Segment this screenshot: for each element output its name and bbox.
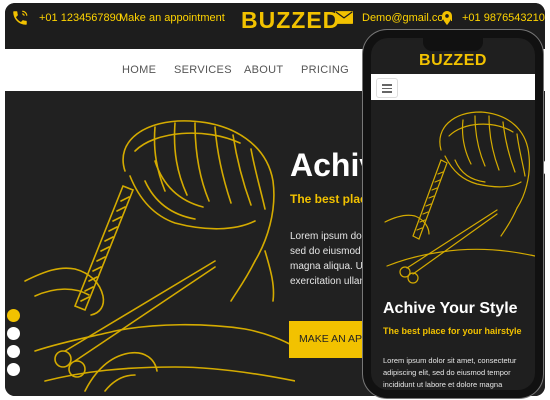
nav-item-pricing[interactable]: PRICING <box>301 64 349 76</box>
contact-phone-left[interactable]: +01 1234567890 <box>39 12 122 24</box>
mobile-hero-subtitle: The best place for your hairstyle <box>383 326 522 336</box>
mail-icon <box>335 11 353 24</box>
contact-email[interactable]: Demo@gmail.com <box>362 12 453 24</box>
nav-item-home[interactable]: HOME <box>122 64 156 76</box>
nav-item-services[interactable]: SERVICES <box>174 64 232 76</box>
mobile-nav <box>371 74 535 100</box>
make-appointment-link[interactable]: Make an appointment <box>119 12 225 24</box>
phone-notch <box>423 38 483 51</box>
hamburger-menu-icon[interactable] <box>376 78 398 98</box>
mobile-barber-illustration <box>384 111 535 284</box>
nav-item-about[interactable]: ABOUT <box>244 64 283 76</box>
mobile-hero-title: Achive Your Style <box>383 300 518 317</box>
brand-logo[interactable]: BUZZED <box>241 7 340 34</box>
slider-dot-2[interactable] <box>7 327 20 340</box>
mobile-hero-body-text: Lorem ipsum dolor sit amet, consectetur … <box>383 356 517 389</box>
slider-dot-3[interactable] <box>7 345 20 358</box>
map-pin-icon <box>442 11 452 25</box>
slider-dot-1[interactable] <box>7 309 20 322</box>
mobile-screen: BUZZED Achive Your Style The best place … <box>371 38 535 390</box>
phone-icon <box>13 10 28 25</box>
slider-dot-4[interactable] <box>7 363 20 376</box>
contact-phone-right[interactable]: +01 9876543210 <box>462 12 545 24</box>
mobile-brand-logo[interactable]: BUZZED <box>371 52 535 70</box>
mobile-preview: BUZZED Achive Your Style The best place … <box>363 30 543 398</box>
barber-illustration <box>24 120 295 392</box>
